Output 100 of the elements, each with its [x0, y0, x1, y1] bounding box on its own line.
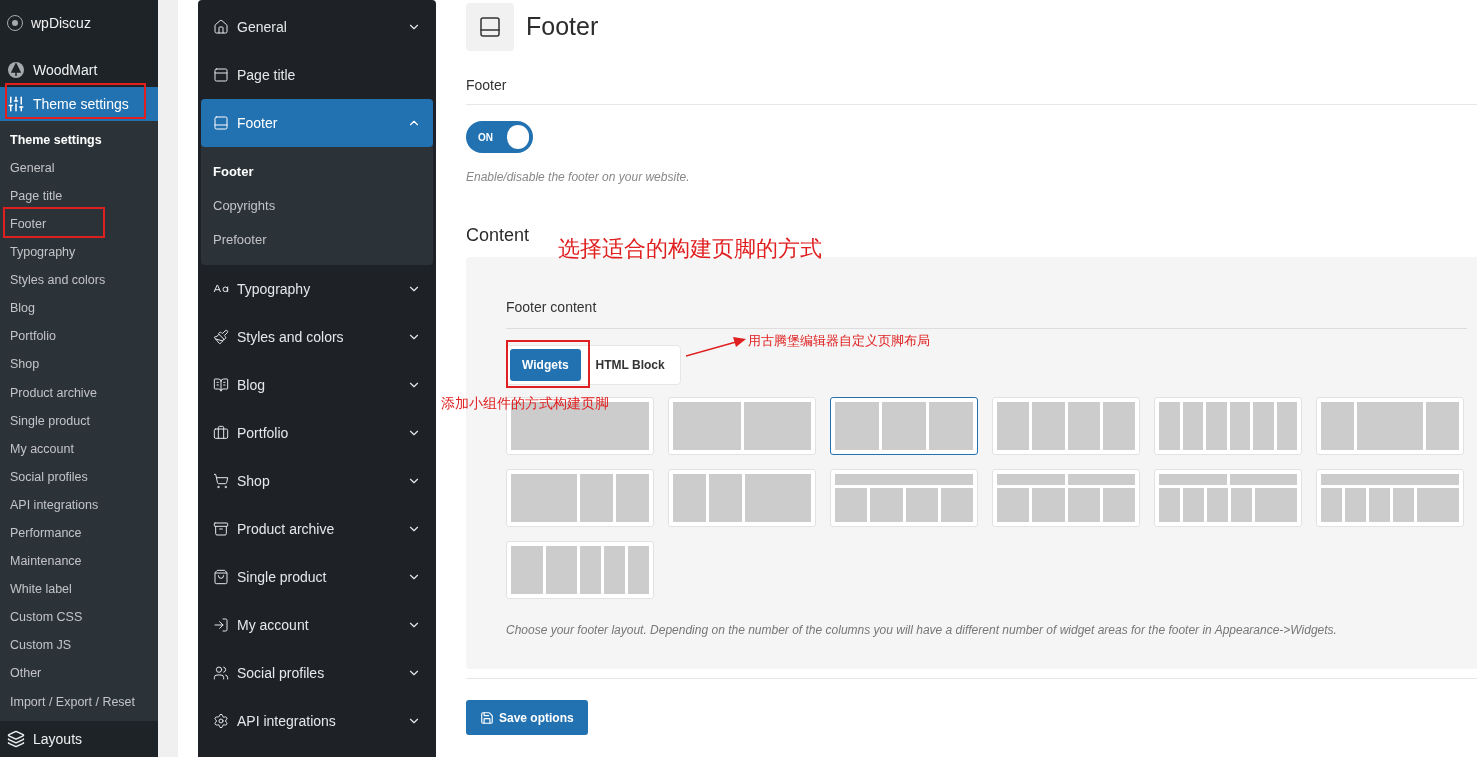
settings-nav-item[interactable]: Single product [201, 553, 433, 601]
layers-icon [7, 730, 25, 748]
submenu-item[interactable]: Performance [0, 519, 158, 548]
settings-nav-item[interactable]: Product archive [201, 505, 433, 553]
column-block [940, 488, 973, 522]
submenu-item[interactable]: Other [0, 659, 158, 688]
submenu-item[interactable]: Typography [0, 238, 158, 267]
column-block [1159, 488, 1180, 522]
submenu-item[interactable]: Footer [0, 210, 158, 239]
column-block [511, 546, 543, 594]
column-block [882, 402, 926, 450]
column-block [1067, 474, 1135, 485]
tree-icon [7, 61, 25, 79]
column-block [997, 474, 1065, 485]
submenu-item[interactable]: Blog [0, 294, 158, 323]
settings-nav-item[interactable]: Shop [201, 457, 433, 505]
submenu-item[interactable]: Maintenance [0, 547, 158, 576]
submenu-item[interactable]: Shop [0, 350, 158, 379]
column-block [604, 546, 625, 594]
settings-subnav-item[interactable]: Copyrights [201, 189, 433, 223]
book-icon [213, 377, 229, 393]
save-icon [480, 710, 494, 725]
column-block [743, 402, 811, 450]
settings-nav-item[interactable]: API integrations [201, 697, 433, 745]
column-block [709, 474, 742, 522]
column-block [1067, 402, 1100, 450]
column-block [1102, 488, 1135, 522]
brush-icon [213, 329, 229, 345]
column-block [1276, 402, 1297, 450]
source-tab[interactable]: Widgets [510, 349, 581, 381]
settings-nav-item[interactable]: Portfolio [201, 409, 433, 457]
column-block [1159, 474, 1227, 485]
submenu-item[interactable]: Theme settings [0, 126, 158, 155]
column-block [1032, 402, 1065, 450]
column-block [1357, 402, 1423, 450]
settings-nav-item[interactable]: Page title [201, 51, 433, 99]
settings-subnav-item[interactable]: Footer [201, 155, 433, 189]
settings-subnav-item[interactable]: Prefooter [201, 223, 433, 257]
archive-icon [213, 521, 229, 537]
settings-nav-item[interactable]: Social profiles [201, 649, 433, 697]
column-block [673, 402, 741, 450]
users-icon [213, 665, 229, 681]
column-block [835, 488, 868, 522]
settings-nav-item[interactable]: Styles and colors [201, 313, 433, 361]
submenu-item[interactable]: Import / Export / Reset [0, 687, 158, 716]
layout-description: Choose your footer layout. Depending on the number of the columns you will have a different number of widget areas for the footer in Appearance->Widgets. [506, 622, 1338, 639]
submenu-item[interactable]: Portfolio [0, 322, 158, 351]
column-block [673, 474, 706, 522]
column-block [1426, 402, 1459, 450]
annotation-arrow [686, 334, 746, 358]
source-tab[interactable]: HTML Block [583, 349, 677, 381]
settings-nav-item[interactable]: My account [201, 601, 433, 649]
column-block [1229, 474, 1297, 485]
submenu-item[interactable]: Page title [0, 182, 158, 211]
submenu-item[interactable]: My account [0, 435, 158, 464]
column-block [1032, 488, 1065, 522]
column-block [905, 488, 938, 522]
column-block [616, 474, 649, 522]
settings-nav-item[interactable]: Footer [201, 99, 433, 147]
annotation-text: 用古腾堡编辑器自定义页脚布局 [748, 332, 930, 350]
admin-menu-item[interactable]: Layouts [0, 721, 158, 757]
submenu-item[interactable]: Custom JS [0, 631, 158, 660]
column-block [1206, 402, 1227, 450]
sliders-icon [7, 95, 25, 113]
column-block [997, 402, 1030, 450]
panel-icon [213, 115, 229, 131]
option-label: Footer [466, 75, 1477, 105]
submenu-item[interactable]: Styles and colors [0, 266, 158, 295]
submenu-item[interactable]: Custom CSS [0, 603, 158, 632]
admin-menu-item[interactable]: wpDiscuz [0, 6, 158, 40]
settings-nav-item[interactable]: General [201, 3, 433, 51]
submenu-item[interactable]: Product archive [0, 378, 158, 407]
submenu-item[interactable]: API integrations [0, 491, 158, 520]
submenu-item[interactable]: Single product [0, 406, 158, 436]
briefcase-icon [213, 425, 229, 441]
settings-icon [213, 713, 229, 729]
toggle-switch[interactable]: ON [466, 121, 533, 153]
annotation-text: 添加小组件的方式构建页脚 [441, 394, 609, 413]
column-block [1182, 402, 1203, 450]
field-label: Footer content [506, 297, 1467, 329]
settings-nav-item[interactable]: Blog [201, 361, 433, 409]
column-block [1369, 488, 1390, 522]
admin-menu-item[interactable]: Theme settings [0, 87, 158, 121]
layout-option[interactable] [830, 397, 978, 455]
cart-icon [213, 473, 229, 489]
column-block [929, 402, 973, 450]
column-block [545, 546, 577, 594]
house-icon [213, 19, 229, 35]
admin-menu-item[interactable]: WoodMart [0, 53, 158, 87]
save-button[interactable]: Save options [466, 700, 588, 735]
submenu-item[interactable]: General [0, 154, 158, 183]
submenu-item[interactable]: White label [0, 575, 158, 604]
annotation-text: 选择适合的构建页脚的方式 [558, 235, 822, 263]
login-icon [213, 617, 229, 633]
column-block [1183, 488, 1204, 522]
settings-nav-item[interactable]: Typography [201, 265, 433, 313]
column-block [580, 474, 613, 522]
panel-icon [478, 15, 502, 39]
submenu-item[interactable]: Social profiles [0, 463, 158, 492]
section-heading: Content [466, 224, 530, 247]
